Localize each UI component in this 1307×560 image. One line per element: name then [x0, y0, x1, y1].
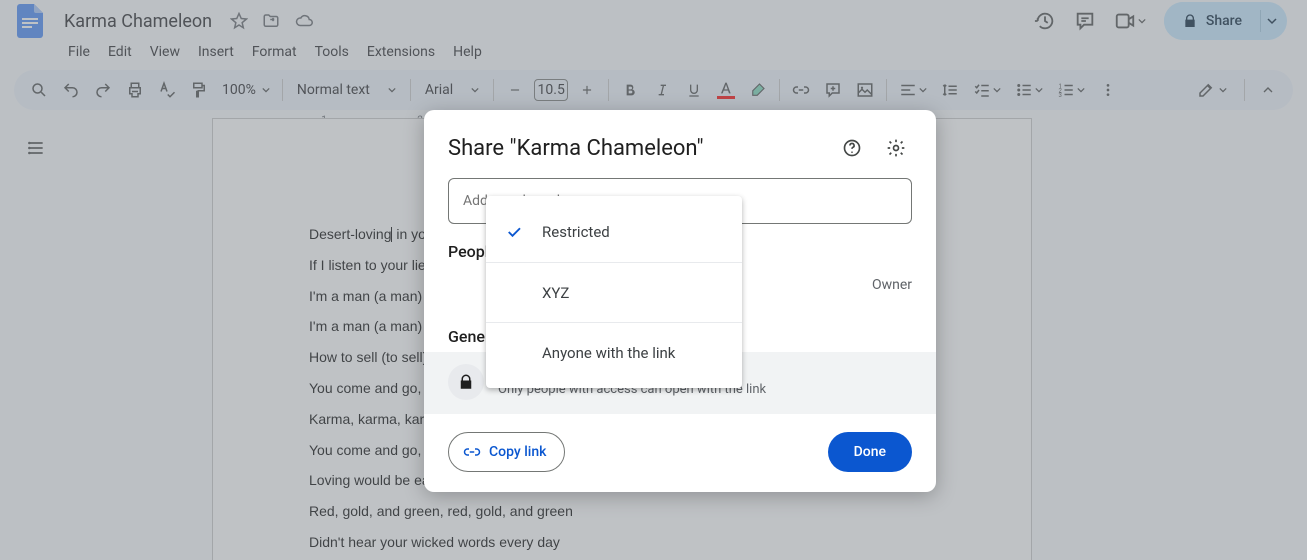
help-icon[interactable]	[836, 132, 868, 164]
menu-item-label: Restricted	[542, 223, 610, 241]
menu-item-label: XYZ	[542, 284, 569, 302]
menu-item-anyone[interactable]: Anyone with the link	[486, 322, 742, 382]
menu-item-restricted[interactable]: Restricted	[486, 202, 742, 262]
settings-icon[interactable]	[880, 132, 912, 164]
link-icon	[463, 443, 481, 461]
lock-icon	[448, 364, 484, 400]
done-button[interactable]: Done	[828, 432, 912, 472]
person-role: Owner	[872, 277, 912, 293]
menu-item-org[interactable]: XYZ	[486, 262, 742, 322]
copy-link-button[interactable]: Copy link	[448, 432, 565, 472]
copy-link-label: Copy link	[489, 444, 546, 460]
menu-item-label: Anyone with the link	[542, 344, 675, 362]
check-icon	[504, 223, 524, 241]
app-root: Karma Chameleon Share File Edit View Ins…	[0, 0, 1307, 560]
access-level-menu: Restricted XYZ Anyone with the link	[486, 196, 742, 388]
dialog-title: Share "Karma Chameleon"	[448, 136, 824, 161]
